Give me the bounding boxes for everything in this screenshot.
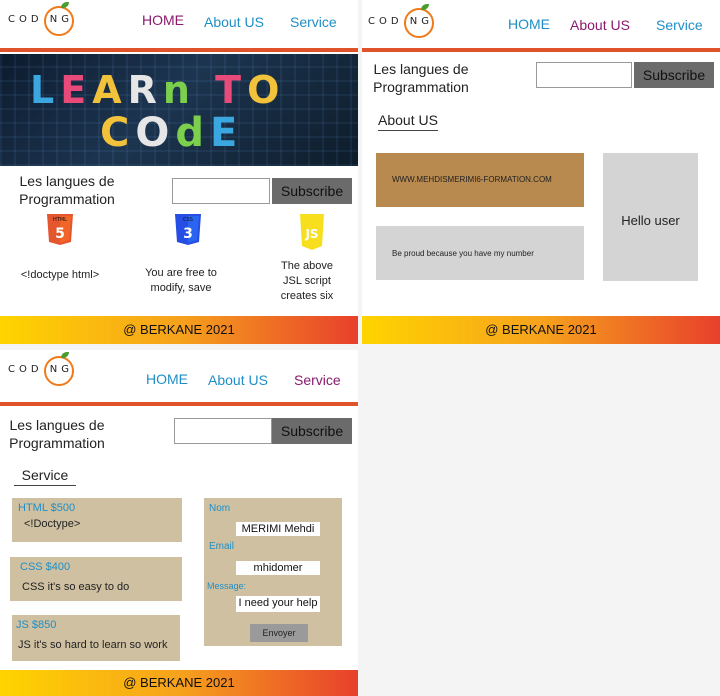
coding-logo[interactable]: COD NG <box>6 2 76 38</box>
langs-line-2: Programmation <box>373 79 469 95</box>
service-card-css-desc: CSS it's so easy to do <box>22 581 130 593</box>
header-divider <box>0 402 358 406</box>
orange-ring-icon <box>44 356 74 386</box>
subscribe-button[interactable]: Subscribe <box>272 178 352 204</box>
langs-heading: Les langues de Programmation <box>2 416 112 452</box>
hero-letter: d <box>175 110 211 156</box>
css3-icon: CSS 3 <box>172 212 204 246</box>
hero-letter: O <box>247 68 286 112</box>
langs-line-2: Programmation <box>19 191 115 207</box>
css-caption-line-1: You are free to <box>145 267 217 279</box>
css-caption: You are free to modify, save <box>134 266 228 296</box>
css3-badge: CSS <box>183 217 193 223</box>
langs-heading: Les langues de Programmation <box>12 172 122 208</box>
html5-glyph: 5 <box>55 226 65 242</box>
hero-letter <box>196 68 215 112</box>
email-label: Email <box>209 541 235 552</box>
nav-service[interactable]: Service <box>290 14 337 30</box>
orange-ring-icon <box>44 6 74 36</box>
service-card-html-desc: <!Doctype> <box>24 518 81 530</box>
nav-service[interactable]: Service <box>656 17 703 33</box>
contact-form: Nom MERIMI Mehdi Email mhidomer Message:… <box>204 498 342 646</box>
langs-line-2: Programmation <box>9 435 105 451</box>
nav-home[interactable]: HOME <box>146 371 188 387</box>
leaf-icon <box>61 352 69 358</box>
langs-line-1: Les langues de <box>9 417 105 433</box>
footer: @ BERKANE 2021 <box>0 670 358 696</box>
subscribe-input[interactable] <box>172 178 270 204</box>
hero-letter: L <box>30 68 61 112</box>
subscribe-button[interactable]: Subscribe <box>272 418 352 444</box>
hero-banner: LEARn TO COdE <box>0 54 358 166</box>
css3-glyph: 3 <box>183 226 193 242</box>
html-caption: <!doctype html> <box>20 269 100 281</box>
nav-about[interactable]: About US <box>208 372 268 388</box>
hero-letter: O <box>135 110 176 156</box>
service-card-js[interactable]: JS $850 JS it's so hard to learn so work <box>12 615 180 661</box>
js-icon: JS <box>286 212 338 252</box>
service-card-js-title: JS $850 <box>16 619 57 631</box>
nav-about[interactable]: About US <box>204 14 264 30</box>
footer: @ BERKANE 2021 <box>0 316 358 344</box>
message-field[interactable]: I need your help <box>236 596 320 612</box>
hero-line-2: COdE <box>100 110 243 156</box>
nav-service[interactable]: Service <box>294 372 341 388</box>
css-caption-line-2: modify, save <box>150 282 212 294</box>
js-caption: The above JSL script creates six <box>268 259 346 304</box>
service-card-css-title: CSS $400 <box>20 561 71 573</box>
langs-line-1: Les langues de <box>19 173 115 189</box>
hero-letter: C <box>100 110 136 156</box>
js-caption-line-2: JSL script <box>283 275 331 287</box>
langs-heading: Les langues de Programmation <box>366 60 476 96</box>
js-glyph: JS <box>304 227 318 241</box>
hero-letter: T <box>215 68 248 112</box>
home-page-panel: COD NG HOME About US Service LEARn TO CO… <box>0 0 358 344</box>
service-card-js-desc: JS it's so hard to learn so work <box>18 639 168 651</box>
nav-about[interactable]: About US <box>570 17 630 33</box>
nav-home[interactable]: HOME <box>142 12 184 28</box>
hero-letter: A <box>92 68 128 112</box>
service-page-panel: COD NG HOME About US Service Les langues… <box>0 350 358 696</box>
hero-letter: E <box>60 68 93 112</box>
leaf-icon <box>61 2 69 8</box>
service-card-html-title: HTML $500 <box>18 502 76 514</box>
header-divider <box>0 48 358 52</box>
about-page-panel: COD NG HOME About US Service Les langues… <box>362 0 720 344</box>
coding-logo[interactable]: COD NG <box>6 352 76 388</box>
proud-text: Be proud because you have my number <box>392 249 534 258</box>
subscribe-input[interactable] <box>536 62 632 88</box>
subscribe-input[interactable] <box>174 418 272 444</box>
leaf-icon <box>421 4 429 10</box>
website-text: WWW.MEHDISMERIMI6-FORMATION.COM <box>392 175 552 184</box>
hero-letter: E <box>210 110 244 156</box>
service-card-css[interactable]: CSS $400 CSS it's so easy to do <box>10 557 182 601</box>
message-label: Message: <box>207 581 247 591</box>
about-title: About US <box>378 112 438 131</box>
hello-card: Hello user <box>603 153 698 281</box>
html5-badge: HTML <box>53 217 67 223</box>
orange-ring-icon <box>404 8 434 38</box>
html5-icon: HTML 5 <box>44 212 76 246</box>
hero-line-1: LEARn TO <box>30 68 285 112</box>
subscribe-button[interactable]: Subscribe <box>634 62 714 88</box>
coding-logo[interactable]: COD NG <box>366 4 436 40</box>
nom-label: Nom <box>209 503 231 514</box>
js-caption-line-1: The above <box>281 260 333 272</box>
nom-field[interactable]: MERIMI Mehdi <box>236 522 320 536</box>
email-field[interactable]: mhidomer <box>236 561 320 575</box>
service-title: Service <box>14 467 76 486</box>
proud-card: Be proud because you have my number <box>376 226 584 280</box>
nav-home[interactable]: HOME <box>508 16 550 32</box>
js-caption-line-3: creates six <box>280 290 334 302</box>
header-divider <box>362 48 720 52</box>
website-card: WWW.MEHDISMERIMI6-FORMATION.COM <box>376 153 584 207</box>
service-card-html[interactable]: HTML $500 <!Doctype> <box>12 498 182 542</box>
footer: @ BERKANE 2021 <box>362 316 720 344</box>
envoyer-button[interactable]: Envoyer <box>250 624 308 642</box>
hello-text: Hello user <box>621 213 680 228</box>
hero-letter: n <box>162 68 196 112</box>
hero-letter: R <box>127 68 163 112</box>
langs-line-1: Les langues de <box>373 61 469 77</box>
